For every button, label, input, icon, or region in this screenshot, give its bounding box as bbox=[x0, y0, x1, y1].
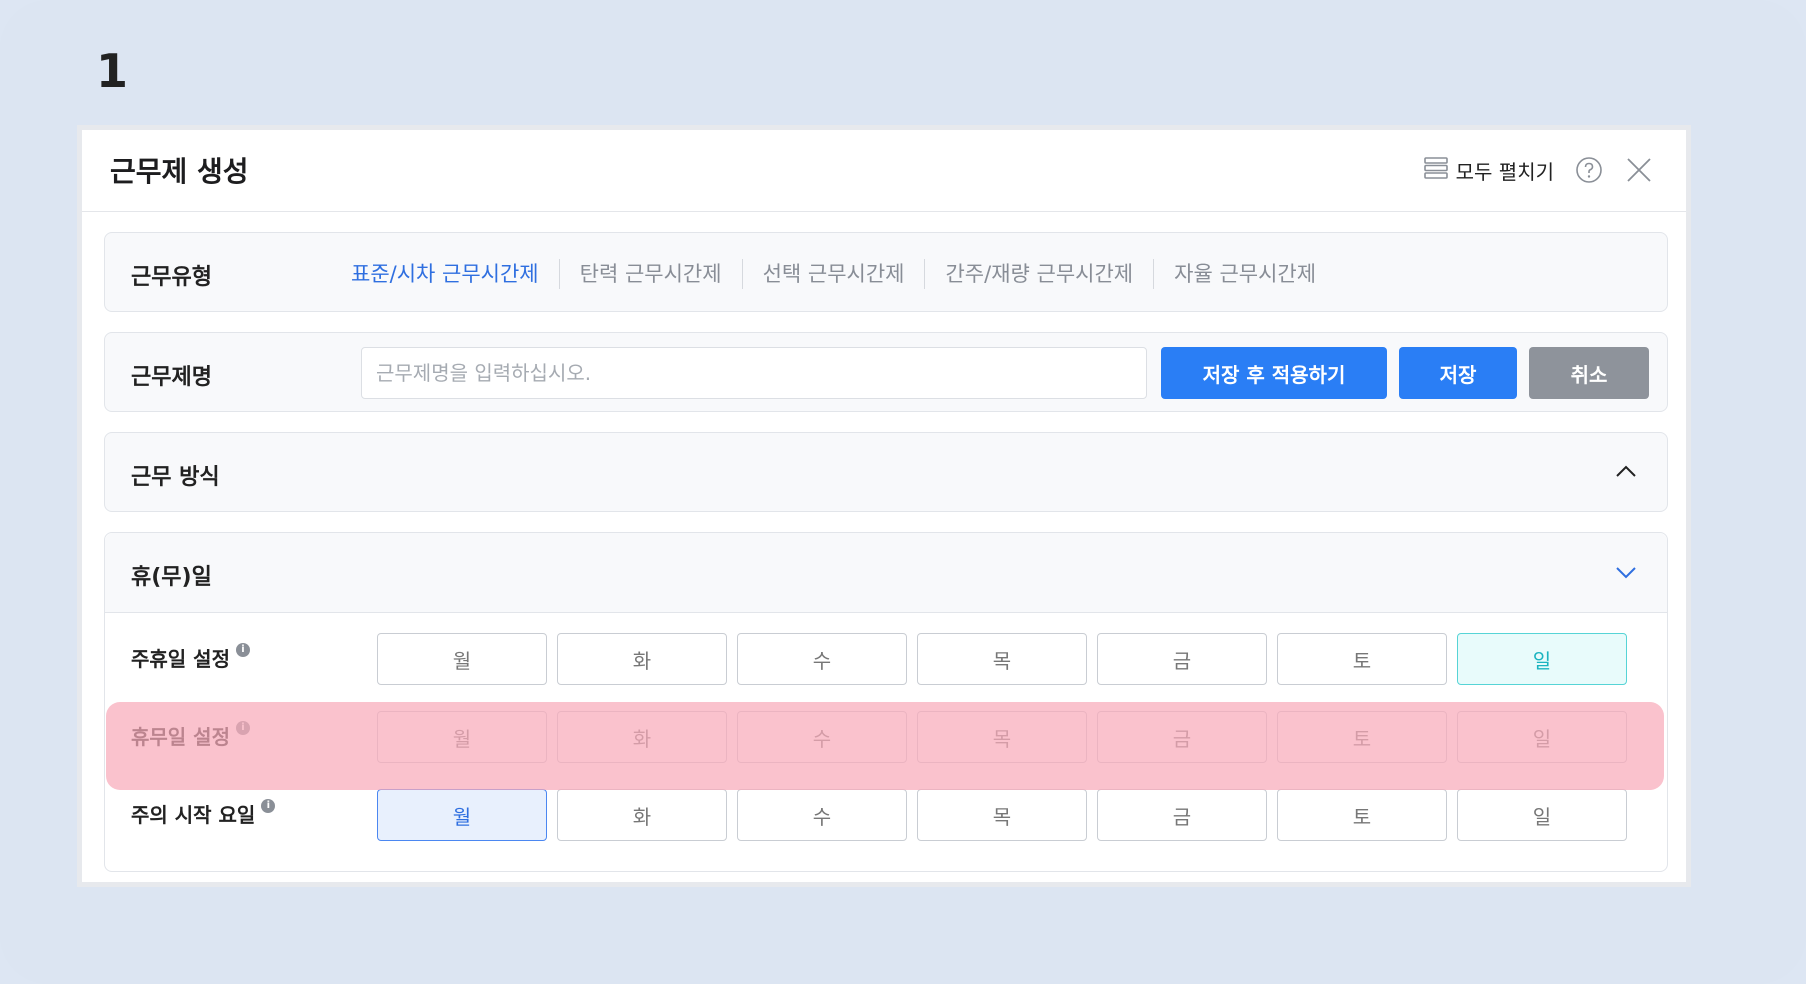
unpaid-holiday-row: 휴무일 설정 i 월 화 수 목 금 토 일 bbox=[105, 703, 1667, 769]
day-button-wed[interactable]: 수 bbox=[737, 789, 907, 841]
modal-header: 근무제 생성 모두 펼치기 bbox=[82, 130, 1686, 212]
day-button-sat[interactable]: 토 bbox=[1277, 633, 1447, 685]
day-button-tue[interactable]: 화 bbox=[557, 633, 727, 685]
close-icon bbox=[1627, 158, 1651, 182]
work-name-row: 근무제명 저장 후 적용하기 저장 취소 bbox=[104, 332, 1668, 412]
day-button-sun[interactable]: 일 bbox=[1457, 711, 1627, 763]
save-and-apply-button[interactable]: 저장 후 적용하기 bbox=[1161, 347, 1387, 399]
day-button-fri[interactable]: 금 bbox=[1097, 711, 1267, 763]
modal-title: 근무제 생성 bbox=[110, 155, 249, 188]
week-start-row: 주의 시작 요일 i 월 화 수 목 금 토 일 bbox=[105, 781, 1667, 847]
day-button-fri[interactable]: 금 bbox=[1097, 633, 1267, 685]
header-actions: 모두 펼치기 bbox=[1423, 150, 1654, 190]
day-button-sun[interactable]: 일 bbox=[1457, 789, 1627, 841]
day-button-mon[interactable]: 월 bbox=[377, 789, 547, 841]
work-name-input[interactable] bbox=[361, 347, 1147, 399]
step-number: 1 bbox=[96, 44, 129, 98]
close-button[interactable] bbox=[1624, 155, 1654, 185]
weekly-holiday-row: 주휴일 설정 i 월 화 수 목 금 토 일 bbox=[105, 625, 1667, 691]
weekly-holiday-label-text: 주휴일 설정 bbox=[131, 647, 230, 671]
work-type-label: 근무유형 bbox=[131, 265, 212, 290]
weekly-holiday-days: 월 화 수 목 금 토 일 bbox=[377, 633, 1627, 685]
unpaid-holiday-days: 월 화 수 목 금 토 일 bbox=[377, 711, 1627, 763]
day-button-mon[interactable]: 월 bbox=[377, 711, 547, 763]
weekly-holiday-label: 주휴일 설정 i bbox=[131, 642, 250, 672]
work-name-label: 근무제명 bbox=[131, 365, 212, 390]
tab-autonomous[interactable]: 자율 근무시간제 bbox=[1153, 259, 1336, 289]
cancel-button[interactable]: 취소 bbox=[1529, 347, 1649, 399]
work-method-label: 근무 방식 bbox=[131, 465, 220, 490]
holiday-label: 휴(무)일 bbox=[131, 565, 212, 590]
help-icon bbox=[1576, 157, 1602, 183]
info-icon[interactable]: i bbox=[235, 642, 250, 657]
day-button-wed[interactable]: 수 bbox=[737, 711, 907, 763]
day-button-thu[interactable]: 목 bbox=[917, 789, 1087, 841]
work-type-row: 근무유형 표준/시차 근무시간제 탄력 근무시간제 선택 근무시간제 간주/재량… bbox=[104, 232, 1668, 312]
list-icon bbox=[1423, 156, 1448, 184]
day-button-tue[interactable]: 화 bbox=[557, 711, 727, 763]
chevron-down-icon[interactable] bbox=[1613, 559, 1639, 585]
day-button-tue[interactable]: 화 bbox=[557, 789, 727, 841]
work-schedule-modal: 근무제 생성 모두 펼치기 근무유형 표준/시차 근무시간제 탄력 근무시간제 … bbox=[82, 130, 1686, 882]
day-button-mon[interactable]: 월 bbox=[377, 633, 547, 685]
info-icon[interactable]: i bbox=[261, 798, 276, 813]
day-button-sat[interactable]: 토 bbox=[1277, 711, 1447, 763]
week-start-label: 주의 시작 요일 i bbox=[131, 798, 276, 828]
day-button-wed[interactable]: 수 bbox=[737, 633, 907, 685]
holiday-section: 휴(무)일 주휴일 설정 i 월 화 수 목 금 토 일 휴무일 설정 i 월 … bbox=[104, 532, 1668, 872]
expand-all-button[interactable]: 모두 펼치기 bbox=[1423, 156, 1554, 185]
tab-selective[interactable]: 선택 근무시간제 bbox=[741, 259, 925, 289]
work-method-section[interactable]: 근무 방식 bbox=[104, 432, 1668, 512]
day-button-sat[interactable]: 토 bbox=[1277, 789, 1447, 841]
unpaid-holiday-label: 휴무일 설정 i bbox=[131, 720, 250, 750]
week-start-label-text: 주의 시작 요일 bbox=[131, 803, 256, 827]
tab-standard[interactable]: 표준/시차 근무시간제 bbox=[351, 259, 559, 289]
tab-deemed[interactable]: 간주/재량 근무시간제 bbox=[924, 259, 1153, 289]
save-button[interactable]: 저장 bbox=[1399, 347, 1517, 399]
day-button-thu[interactable]: 목 bbox=[917, 633, 1087, 685]
help-button[interactable] bbox=[1574, 155, 1604, 185]
unpaid-holiday-label-text: 휴무일 설정 bbox=[131, 725, 230, 749]
tab-flexible[interactable]: 탄력 근무시간제 bbox=[558, 259, 742, 289]
work-type-tabs: 표준/시차 근무시간제 탄력 근무시간제 선택 근무시간제 간주/재량 근무시간… bbox=[351, 259, 1336, 289]
day-button-fri[interactable]: 금 bbox=[1097, 789, 1267, 841]
expand-all-label: 모두 펼치기 bbox=[1455, 159, 1554, 184]
chevron-up-icon[interactable] bbox=[1613, 459, 1639, 485]
holiday-header[interactable]: 휴(무)일 bbox=[105, 533, 1667, 613]
day-button-sun[interactable]: 일 bbox=[1457, 633, 1627, 685]
day-button-thu[interactable]: 목 bbox=[917, 711, 1087, 763]
week-start-days: 월 화 수 목 금 토 일 bbox=[377, 789, 1627, 841]
info-icon[interactable]: i bbox=[235, 720, 250, 735]
